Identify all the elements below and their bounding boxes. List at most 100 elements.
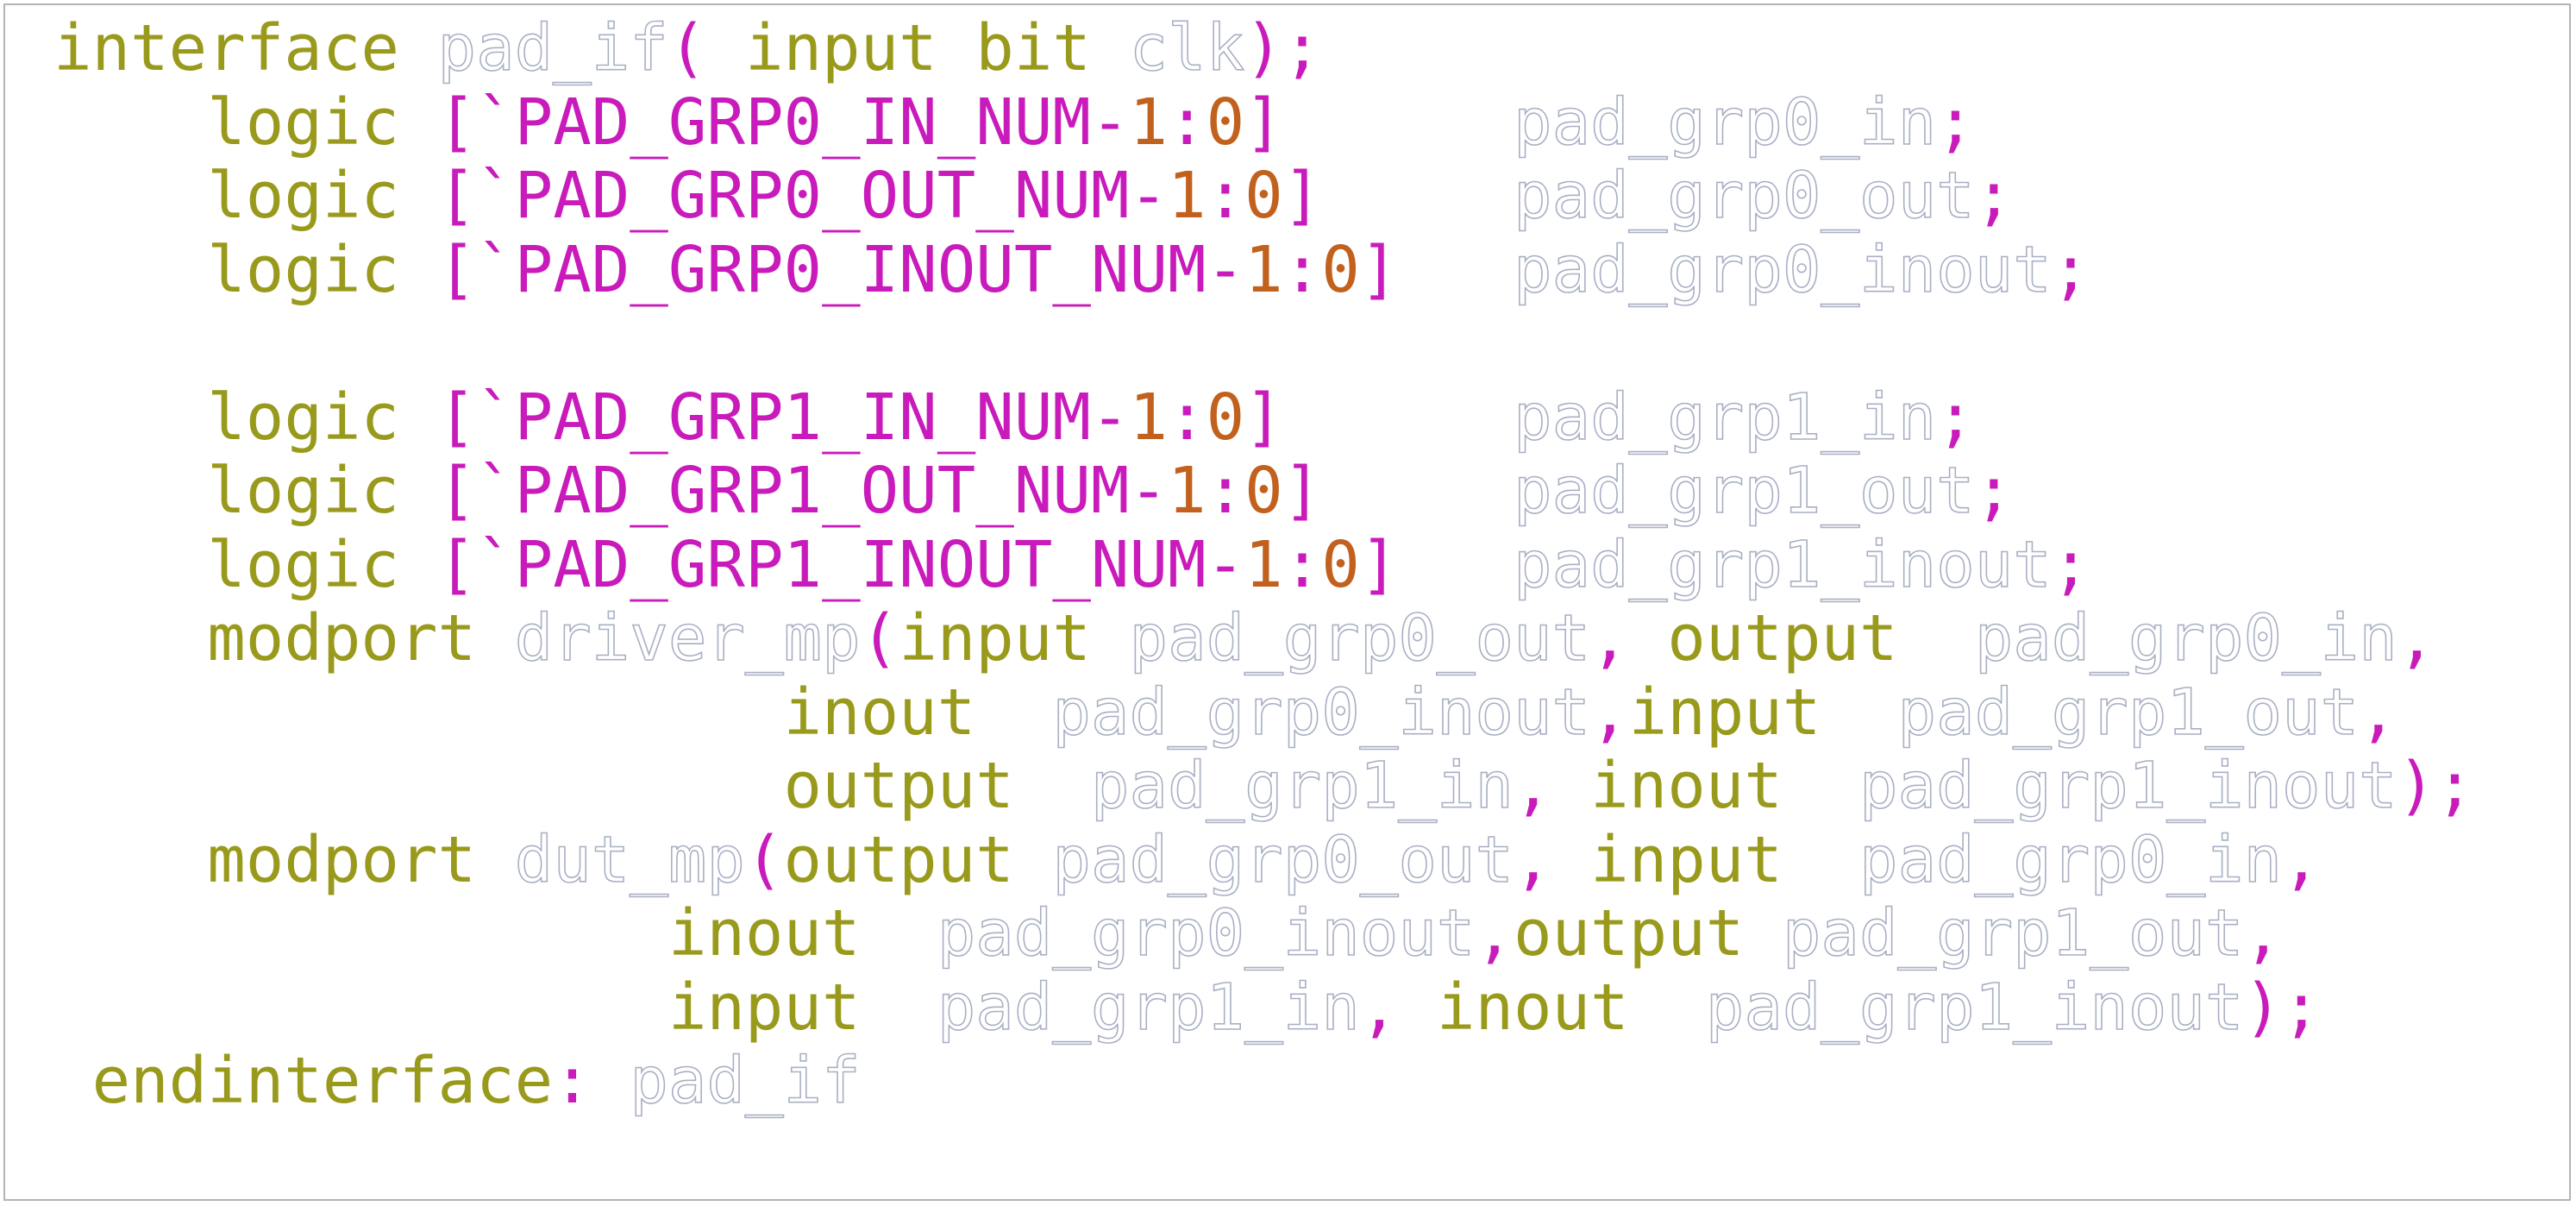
identifier-token: pad_grp0_inout: [1513, 232, 2052, 307]
identifier-token: pad_grp1_in: [1513, 380, 1937, 455]
identifier-token: pad_grp0_out: [1052, 822, 1514, 897]
punctuation-token: ;: [2051, 232, 2090, 307]
code-line: logic [`PAD_GRP0_OUT_NUM-1:0] pad_grp0_o…: [53, 158, 2013, 234]
identifier-token: pad_grp1_in: [1090, 748, 1514, 823]
punctuation-token: ]: [1282, 454, 1322, 528]
keyword-token: logic: [207, 159, 399, 233]
punctuation-token: [`PAD_GRP0_INOUT_NUM-: [437, 232, 1245, 307]
keyword-token: interface: [53, 11, 399, 85]
punctuation-token: (: [668, 11, 745, 85]
number-token: 0: [1206, 380, 1245, 455]
identifier-token: pad_grp0_inout: [937, 895, 1476, 970]
number-token: 0: [1321, 527, 1360, 602]
keyword-token: output: [783, 822, 1014, 897]
punctuation-token: [`PAD_GRP0_OUT_NUM-: [437, 159, 1169, 233]
punctuation-token: ]: [1359, 527, 1399, 602]
number-token: 0: [1244, 454, 1283, 528]
keyword-token: inout: [1436, 970, 1629, 1045]
code-line: modport dut_mp(output pad_grp0_out, inpu…: [53, 822, 2321, 898]
code-line: input pad_grp1_in, inout pad_grp1_inout)…: [53, 970, 2321, 1046]
punctuation-token: ,: [1475, 896, 1514, 970]
keyword-token: inout: [783, 675, 976, 750]
code-line: logic [`PAD_GRP0_IN_NUM-1:0] pad_grp0_in…: [53, 85, 1974, 160]
keyword-token: logic: [207, 232, 399, 307]
code-line: logic [`PAD_GRP1_OUT_NUM-1:0] pad_grp1_o…: [53, 453, 2013, 529]
number-token: 0: [1321, 232, 1360, 307]
punctuation-token: ,: [2397, 601, 2436, 675]
number-token: 0: [1244, 159, 1283, 233]
number-token: 1: [1244, 527, 1283, 602]
punctuation-token: ,: [1359, 970, 1399, 1045]
punctuation-token: ]: [1244, 380, 1283, 455]
code-line: logic [`PAD_GRP1_INOUT_NUM-1:0] pad_grp1…: [53, 527, 2090, 603]
punctuation-token: :: [1206, 159, 1245, 233]
keyword-token: logic: [207, 380, 399, 455]
punctuation-token: [`PAD_GRP0_IN_NUM-: [437, 85, 1130, 160]
keyword-token: modport: [207, 601, 477, 675]
code-line: inout pad_grp0_inout,input pad_grp1_out,: [53, 675, 2397, 751]
code-line: logic [`PAD_GRP1_IN_NUM-1:0] pad_grp1_in…: [53, 380, 1975, 455]
punctuation-token: ]: [1244, 85, 1283, 160]
keyword-token: logic: [207, 85, 399, 160]
punctuation-token: :: [1282, 232, 1322, 307]
punctuation-token: ,: [2243, 896, 2283, 970]
identifier-token: pad_grp0_out: [1129, 600, 1591, 675]
code-line: modport driver_mp(input pad_grp0_out, ou…: [53, 600, 2436, 676]
keyword-token: output: [1514, 896, 1745, 970]
punctuation-token: ,: [2282, 822, 2321, 897]
punctuation-token: );: [2243, 970, 2321, 1045]
punctuation-token: ]: [1282, 159, 1322, 233]
identifier-token: pad_grp1_inout: [1513, 527, 2052, 602]
punctuation-token: [`PAD_GRP1_INOUT_NUM-: [437, 527, 1245, 602]
keyword-token: inout: [1590, 749, 1783, 823]
punctuation-token: ;: [2051, 527, 2090, 602]
identifier-token: pad_grp1_out: [1513, 453, 1975, 528]
keyword-token: modport: [207, 822, 477, 897]
identifier-token: pad_grp0_inout: [1052, 675, 1591, 750]
keyword-token: bit: [975, 11, 1091, 85]
punctuation-token: :: [1168, 380, 1207, 455]
identifier-token: dut_mp: [514, 822, 746, 897]
code-line: logic [`PAD_GRP0_INOUT_NUM-1:0] pad_grp0…: [53, 232, 2090, 308]
keyword-token: input: [1590, 822, 1783, 897]
code-line: output pad_grp1_in, inout pad_grp1_inout…: [53, 748, 2473, 824]
punctuation-token: ;: [1936, 380, 1975, 455]
punctuation-token: ,: [1513, 749, 1552, 823]
punctuation-token: :: [1282, 527, 1322, 602]
number-token: 1: [1168, 454, 1207, 528]
punctuation-token: (: [744, 822, 784, 897]
identifier-token: pad_if: [630, 1043, 862, 1118]
punctuation-token: :: [1206, 454, 1245, 528]
identifier-token: pad_grp1_inout: [1705, 970, 2244, 1045]
number-token: 1: [1129, 380, 1169, 455]
punctuation-token: [`PAD_GRP1_OUT_NUM-: [437, 454, 1169, 528]
